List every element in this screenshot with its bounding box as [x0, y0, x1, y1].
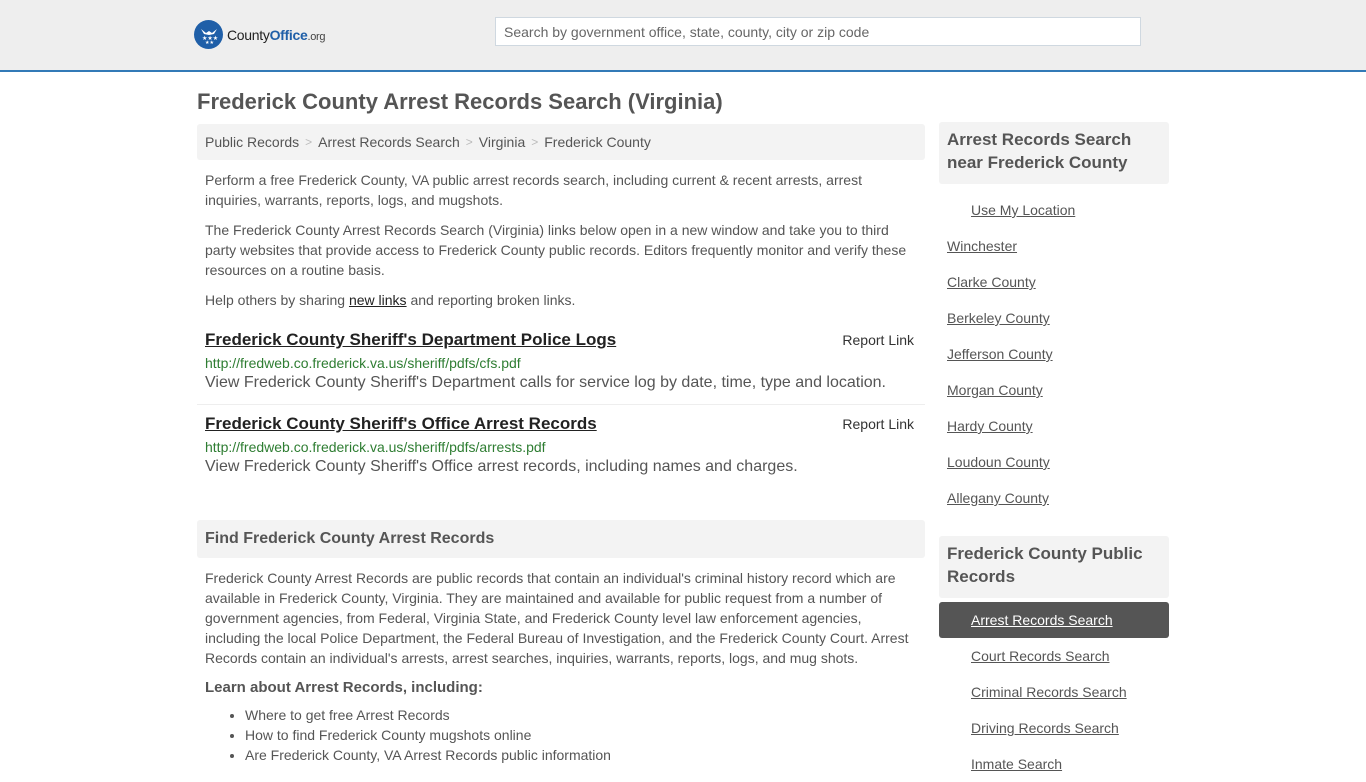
find-records-paragraph: Frederick County Arrest Records are publ…	[205, 570, 909, 666]
nearby-item: Jefferson County	[939, 336, 1169, 372]
resource-link-description: View Frederick County Sheriff's Office a…	[205, 458, 798, 475]
nearby-link-allegany-county[interactable]: Allegany County	[947, 490, 1049, 506]
find-records-body: Frederick County Arrest Records are publ…	[197, 568, 925, 765]
nearby-item: Loudoun County	[939, 444, 1169, 480]
report-link-button[interactable]: Report Link	[842, 332, 914, 348]
resource-link-url: http://fredweb.co.frederick.va.us/sherif…	[205, 355, 521, 371]
breadcrumb-virginia[interactable]: Virginia	[479, 134, 525, 150]
nearby-link-clarke-county[interactable]: Clarke County	[947, 274, 1036, 290]
breadcrumb-separator: >	[465, 135, 473, 149]
learn-about-heading: Learn about Arrest Records, including:	[205, 679, 483, 696]
breadcrumb: Public Records > Arrest Records Search >…	[197, 124, 925, 160]
resource-link-item: Frederick County Sheriff's Department Po…	[197, 330, 925, 405]
nearby-item: Hardy County	[939, 408, 1169, 444]
resource-link-description: View Frederick County Sheriff's Departme…	[205, 374, 886, 391]
resource-link-title[interactable]: Frederick County Sheriff's Office Arrest…	[205, 414, 597, 434]
public-records-item: Driving Records Search	[939, 710, 1169, 746]
public-records-link-arrest[interactable]: Arrest Records Search	[971, 612, 1113, 628]
public-records-link-driving[interactable]: Driving Records Search	[971, 720, 1119, 736]
resource-link-title[interactable]: Frederick County Sheriff's Department Po…	[205, 330, 616, 350]
site-logo[interactable]: ★★★ ★★ CountyOffice.org	[194, 20, 326, 49]
nearby-item: Allegany County	[939, 480, 1169, 516]
nearby-item: Morgan County	[939, 372, 1169, 408]
share-links-paragraph: Help others by sharing new links and rep…	[205, 292, 576, 308]
public-records-heading: Frederick County Public Records	[939, 536, 1169, 598]
use-my-location-link[interactable]: Use My Location	[971, 202, 1075, 218]
public-records-item: Court Records Search	[939, 638, 1169, 674]
nearby-link-loudoun-county[interactable]: Loudoun County	[947, 454, 1050, 470]
learn-about-item: Where to get free Arrest Records	[245, 705, 917, 725]
public-records-list: Arrest Records Search Court Records Sear…	[939, 602, 1169, 782]
intro-paragraph: Perform a free Frederick County, VA publ…	[205, 172, 862, 208]
breadcrumb-arrest-records-search[interactable]: Arrest Records Search	[318, 134, 460, 150]
learn-about-list: Where to get free Arrest Records How to …	[205, 705, 917, 765]
find-records-heading: Find Frederick County Arrest Records	[197, 520, 925, 558]
new-links-link[interactable]: new links	[349, 292, 407, 308]
public-records-link-criminal[interactable]: Criminal Records Search	[971, 684, 1127, 700]
svg-text:★★: ★★	[205, 40, 214, 44]
learn-about-item: How to find Frederick County mugshots on…	[245, 725, 917, 745]
nearby-link-berkeley-county[interactable]: Berkeley County	[947, 310, 1050, 326]
breadcrumb-separator: >	[305, 135, 313, 149]
sidebar: Arrest Records Search near Frederick Cou…	[939, 122, 1169, 782]
public-records-item-active: Arrest Records Search	[939, 602, 1169, 638]
nearby-link-morgan-county[interactable]: Morgan County	[947, 382, 1043, 398]
intro-text: Perform a free Frederick County, VA publ…	[197, 170, 925, 310]
site-header: ★★★ ★★ CountyOffice.org	[0, 0, 1366, 72]
breadcrumb-separator: >	[531, 135, 539, 149]
nearby-item: Use My Location	[939, 192, 1169, 228]
learn-about-item: Are Frederick County, VA Arrest Records …	[245, 745, 917, 765]
resource-link-item: Frederick County Sheriff's Office Arrest…	[197, 414, 925, 476]
public-records-item: Inmate Search	[939, 746, 1169, 782]
search-input[interactable]	[495, 17, 1141, 46]
nearby-heading: Arrest Records Search near Frederick Cou…	[939, 122, 1169, 184]
nearby-item: Berkeley County	[939, 300, 1169, 336]
nearby-link-hardy-county[interactable]: Hardy County	[947, 418, 1033, 434]
breadcrumb-frederick-county[interactable]: Frederick County	[544, 134, 651, 150]
nearby-list: Use My Location Winchester Clarke County…	[939, 192, 1169, 516]
nearby-item: Clarke County	[939, 264, 1169, 300]
resource-link-url: http://fredweb.co.frederick.va.us/sherif…	[205, 439, 546, 455]
eagle-stars-badge-icon: ★★★ ★★	[194, 20, 223, 49]
public-records-link-court[interactable]: Court Records Search	[971, 648, 1110, 664]
nearby-link-winchester[interactable]: Winchester	[947, 238, 1017, 254]
breadcrumb-public-records[interactable]: Public Records	[205, 134, 299, 150]
nearby-link-jefferson-county[interactable]: Jefferson County	[947, 346, 1053, 362]
report-link-button[interactable]: Report Link	[842, 416, 914, 432]
nearby-item: Winchester	[939, 228, 1169, 264]
logo-text: CountyOffice.org	[227, 26, 326, 43]
main-content: Public Records > Arrest Records Search >…	[197, 124, 925, 765]
public-records-item: Criminal Records Search	[939, 674, 1169, 710]
intro-paragraph: The Frederick County Arrest Records Sear…	[205, 222, 907, 278]
public-records-link-inmate[interactable]: Inmate Search	[971, 756, 1062, 772]
page-title: Frederick County Arrest Records Search (…	[197, 89, 723, 114]
